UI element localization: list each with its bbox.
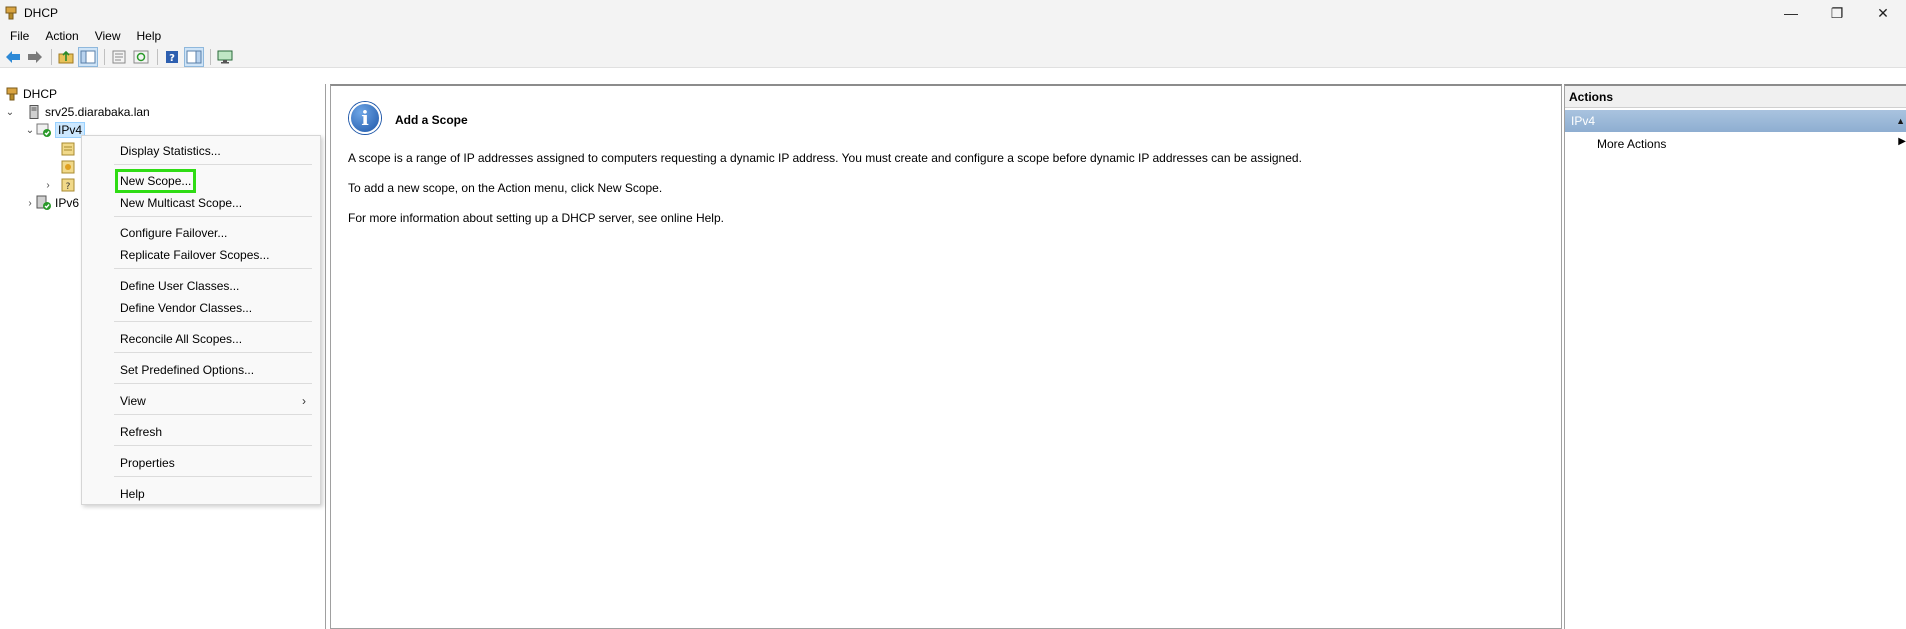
- actions-header: Actions: [1565, 86, 1906, 108]
- svg-text:?: ?: [66, 182, 71, 192]
- menu-separator: [114, 321, 312, 322]
- filters-icon: ?: [60, 177, 76, 193]
- menu-separator: [114, 164, 312, 165]
- show-hide-tree-icon[interactable]: [78, 46, 98, 67]
- server-options-icon: [60, 141, 76, 157]
- actions-section-ipv4[interactable]: IPv4 ▲: [1565, 110, 1906, 132]
- menu-help[interactable]: Help: [129, 26, 170, 46]
- menu-separator: [114, 216, 312, 217]
- menu-separator: [114, 414, 312, 415]
- actions-section-label: IPv4: [1571, 114, 1596, 128]
- up-folder-icon[interactable]: [56, 47, 76, 67]
- menu-item-define-user-classes[interactable]: Define User Classes...: [82, 275, 320, 297]
- menu-file[interactable]: File: [0, 26, 37, 46]
- toolbar: ?: [0, 46, 1906, 68]
- menu-item-properties[interactable]: Properties: [82, 452, 320, 474]
- menu-separator: [114, 268, 312, 269]
- tree-node-child-3[interactable]: › ?: [42, 177, 79, 193]
- toolbar-separator: [51, 48, 52, 65]
- chevron-down-icon[interactable]: ⌄: [24, 125, 36, 136]
- help-paragraph: For more information about setting up a …: [348, 211, 724, 225]
- collapse-icon[interactable]: ▲: [1896, 110, 1905, 132]
- more-actions-link[interactable]: More Actions: [1597, 137, 1666, 151]
- toolbar-separator: [104, 48, 105, 65]
- menu-item-replicate-failover-scopes[interactable]: Replicate Failover Scopes...: [82, 244, 320, 266]
- toolbar-separator: [210, 48, 211, 65]
- tree-node-dhcp[interactable]: DHCP: [4, 86, 57, 102]
- close-button[interactable]: ✕: [1860, 0, 1906, 26]
- context-menu: Display Statistics... New Scope... New M…: [81, 135, 321, 505]
- description-paragraph: A scope is a range of IP addresses assig…: [348, 151, 1302, 165]
- title-bar: DHCP — ❐ ✕: [0, 0, 1906, 26]
- page-title: Add a Scope: [395, 113, 468, 127]
- result-pane: i Add a Scope A scope is a range of IP a…: [330, 84, 1562, 629]
- menu-bar: File Action View Help: [0, 26, 1906, 46]
- refresh-icon[interactable]: [131, 47, 151, 67]
- tree-node-child-2[interactable]: [60, 159, 79, 175]
- menu-item-configure-failover[interactable]: Configure Failover...: [82, 222, 320, 244]
- menu-item-view[interactable]: View ›: [82, 390, 320, 412]
- menu-separator: [114, 352, 312, 353]
- tree-node-server[interactable]: ⌄ srv25.diarabaka.lan: [4, 104, 150, 120]
- menu-action[interactable]: Action: [37, 26, 86, 46]
- window-title: DHCP: [24, 6, 59, 20]
- instruction-paragraph: To add a new scope, on the Action menu, …: [348, 181, 663, 195]
- menu-separator: [114, 445, 312, 446]
- dhcp-app-icon: [2, 4, 20, 22]
- help-icon[interactable]: ?: [162, 47, 182, 67]
- menu-item-define-vendor-classes[interactable]: Define Vendor Classes...: [82, 297, 320, 319]
- chevron-right-icon[interactable]: ›: [42, 180, 54, 191]
- actions-pane: Actions IPv4 ▲ More Actions ▶: [1564, 84, 1906, 629]
- chevron-down-icon[interactable]: ⌄: [4, 107, 16, 118]
- back-arrow-icon[interactable]: [3, 47, 23, 67]
- tree-label-server: srv25.diarabaka.lan: [45, 105, 150, 119]
- dhcp-root-icon: [4, 86, 20, 102]
- menu-item-new-scope[interactable]: New Scope...: [82, 169, 320, 193]
- tree-label-dhcp: DHCP: [23, 87, 58, 101]
- menu-item-set-predefined-options[interactable]: Set Predefined Options...: [82, 359, 320, 381]
- tree-label-ipv6: IPv6: [55, 196, 80, 210]
- minimize-button[interactable]: —: [1768, 0, 1814, 26]
- properties-icon[interactable]: [109, 47, 129, 67]
- policies-icon: [60, 159, 76, 175]
- chevron-right-icon[interactable]: ›: [24, 198, 36, 209]
- server-icon: [26, 104, 42, 120]
- menu-item-help[interactable]: Help: [82, 483, 320, 505]
- monitor-icon[interactable]: [215, 47, 235, 67]
- tree-node-ipv4[interactable]: ⌄ IPv4: [24, 122, 86, 138]
- menu-view[interactable]: View: [87, 26, 129, 46]
- menu-item-reconcile-all-scopes[interactable]: Reconcile All Scopes...: [82, 328, 320, 350]
- new-scope-label: New Scope...: [114, 169, 197, 193]
- submenu-arrow-icon: ▶: [1898, 136, 1906, 147]
- ipv6-node-icon: [36, 195, 52, 211]
- menu-separator: [114, 476, 312, 477]
- menu-item-display-statistics[interactable]: Display Statistics...: [82, 140, 320, 162]
- menu-item-refresh[interactable]: Refresh: [82, 421, 320, 443]
- menu-item-new-multicast-scope[interactable]: New Multicast Scope...: [82, 192, 320, 214]
- ipv4-node-icon: [36, 122, 52, 138]
- tree-node-child-1[interactable]: [60, 141, 79, 157]
- info-icon: i: [349, 102, 381, 134]
- restore-button[interactable]: ❐: [1814, 0, 1860, 26]
- tree-node-ipv6[interactable]: › IPv6: [24, 195, 79, 211]
- svg-text:?: ?: [169, 53, 175, 64]
- forward-arrow-icon[interactable]: [25, 47, 45, 67]
- menu-separator: [114, 383, 312, 384]
- show-hide-action-pane-icon[interactable]: [184, 46, 204, 67]
- submenu-arrow-icon: ›: [302, 394, 306, 408]
- toolbar-separator: [157, 48, 158, 65]
